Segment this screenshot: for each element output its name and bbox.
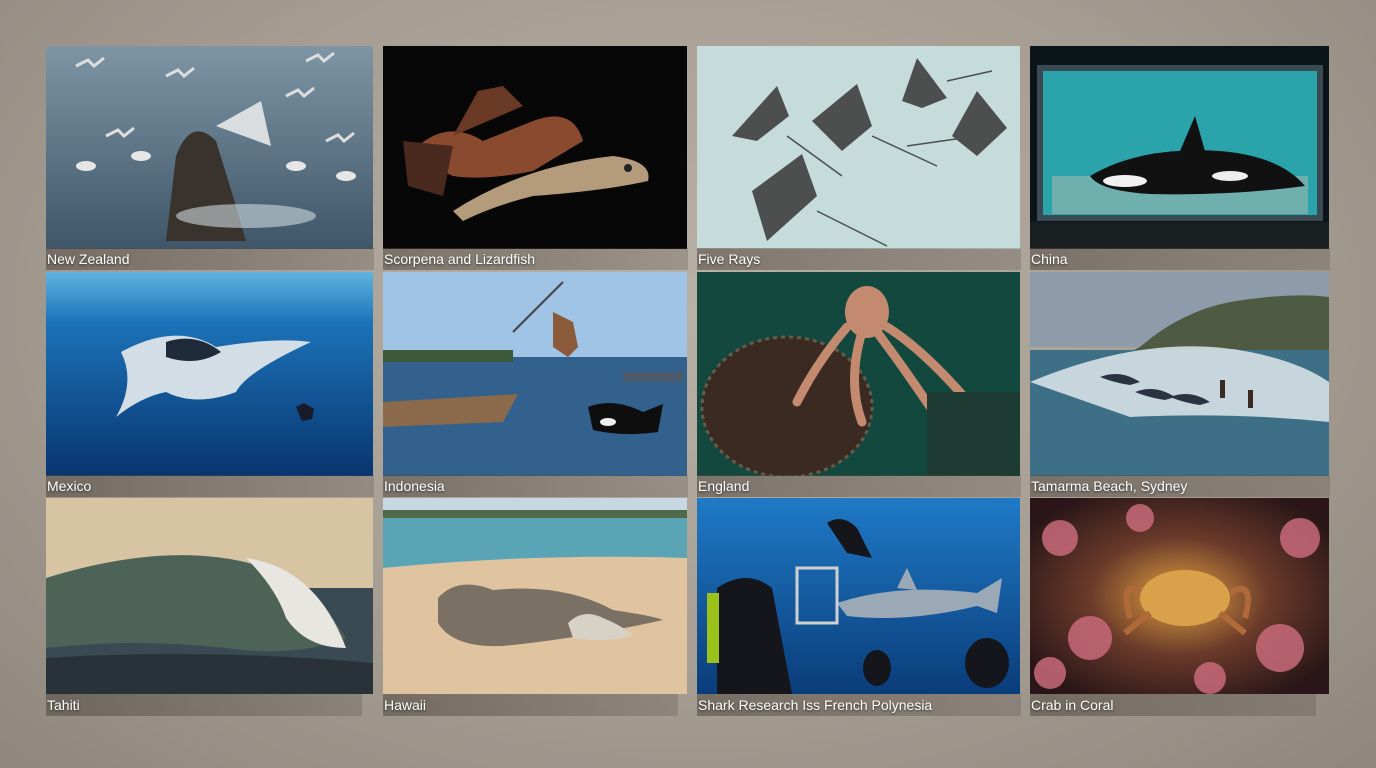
tile-caption: Shark Research Iss French Polynesia (697, 694, 1021, 716)
gallery-tile-england[interactable]: England (697, 272, 1021, 498)
tile-caption: Mexico (46, 475, 374, 497)
gallery-tile-hawaii[interactable]: Hawaii (383, 498, 687, 716)
tile-caption: Tamarma Beach, Sydney (1030, 475, 1330, 497)
sea-lion-and-gannets-photo (46, 46, 373, 249)
gallery-tile-crab-coral[interactable]: Crab in Coral (1030, 498, 1329, 716)
tile-caption: Scorpena and Lizardfish (383, 248, 688, 270)
crab-coral-photo (1030, 498, 1329, 694)
gallery-tile-shark-research[interactable]: Shark Research Iss French Polynesia (697, 498, 1021, 716)
tile-caption: Tahiti (46, 694, 362, 716)
gallery-tile-scorpena-lizardfish[interactable]: Scorpena and Lizardfish (383, 46, 688, 272)
tile-caption: New Zealand (46, 248, 374, 270)
manta-ray-diver-photo (46, 272, 373, 476)
orca-aquarium-photo (1030, 46, 1329, 249)
gallery-tile-tamarma-beach[interactable]: Tamarma Beach, Sydney (1030, 272, 1330, 498)
gallery-tile-tahiti[interactable]: Tahiti (46, 498, 373, 716)
eagle-rays-photo (697, 46, 1020, 249)
tile-caption: Five Rays (697, 248, 1021, 270)
tile-caption: Indonesia (383, 475, 688, 497)
scorpionfish-photo (383, 46, 687, 249)
spear-fisher-orca-photo (383, 272, 687, 476)
gallery-tile-new-zealand[interactable]: New Zealand (46, 46, 374, 272)
dolphins-surfers-photo (1030, 272, 1329, 476)
gallery-tile-mexico[interactable]: Mexico (46, 272, 374, 498)
tile-caption: Crab in Coral (1030, 694, 1316, 716)
gallery-tile-five-rays[interactable]: Five Rays (697, 46, 1021, 272)
monk-seals-beach-photo (383, 498, 687, 694)
breaking-wave-photo (46, 498, 373, 694)
gallery-tile-indonesia[interactable]: Indonesia (383, 272, 688, 498)
tile-caption: China (1030, 248, 1330, 270)
gallery-tile-china[interactable]: China (1030, 46, 1330, 272)
tile-caption: Hawaii (383, 694, 678, 716)
shark-research-divers-photo (697, 498, 1020, 694)
octopus-lobster-pot-photo (697, 272, 1020, 476)
tile-caption: England (697, 475, 1021, 497)
